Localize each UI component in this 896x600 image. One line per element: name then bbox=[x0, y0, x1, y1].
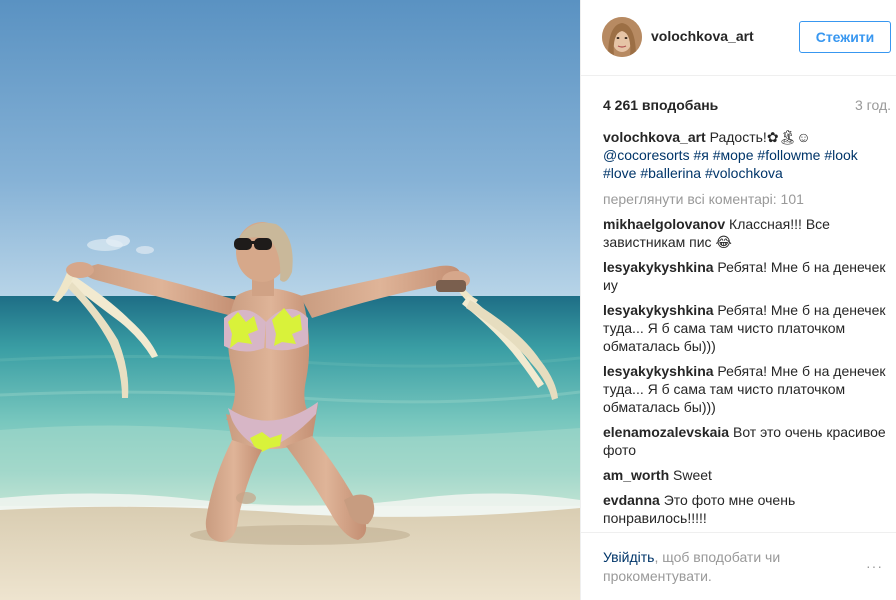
profile-picture-icon bbox=[602, 17, 642, 57]
comment-item: elenamozalevskaia Вот это очень красивое… bbox=[603, 423, 887, 459]
hashtag-link[interactable]: #я bbox=[693, 147, 708, 163]
username-link[interactable]: volochkova_art bbox=[651, 28, 754, 44]
post-stats: 4 261 вподобань 3 год. bbox=[603, 97, 893, 117]
hashtag-link[interactable]: #followme bbox=[757, 147, 820, 163]
comment-item: lesyakykyshkina Ребята! Мне б на денечек… bbox=[603, 301, 887, 355]
instagram-post: volochkova_art Стежити 4 261 вподобань 3… bbox=[0, 0, 896, 600]
comment-item: evdanna Это фото мне очень понравилось!!… bbox=[603, 491, 887, 527]
comment-author[interactable]: am_worth bbox=[603, 467, 669, 483]
post-sidebar: volochkova_art Стежити 4 261 вподобань 3… bbox=[580, 0, 896, 600]
caption-text: Радость!✿🏝☺ bbox=[705, 129, 811, 145]
login-prompt: Увійдіть, щоб вподобати чи прокоментуват… bbox=[603, 548, 833, 586]
likes-count[interactable]: 4 261 вподобань bbox=[603, 97, 718, 113]
login-link[interactable]: Увійдіть bbox=[603, 549, 654, 565]
caption-author[interactable]: volochkova_art bbox=[603, 129, 706, 145]
hashtag-link[interactable]: #volochkova bbox=[705, 165, 783, 181]
post-caption: volochkova_art Радость!✿🏝☺ @cocoresorts … bbox=[603, 128, 887, 182]
hashtag-link[interactable]: #love bbox=[603, 165, 636, 181]
post-footer: Увійдіть, щоб вподобати чи прокоментуват… bbox=[581, 532, 896, 600]
comment-author[interactable]: mikhaelgolovanov bbox=[603, 216, 725, 232]
hashtag-link[interactable]: @cocoresorts bbox=[603, 147, 690, 163]
comment-item: lesyakykyshkina Ребята! Мне б на денечек… bbox=[603, 362, 887, 416]
view-all-comments-link[interactable]: переглянути всі коментарі: 101 bbox=[603, 191, 887, 207]
hashtag-link[interactable]: #море bbox=[713, 147, 754, 163]
comment-author[interactable]: lesyakykyshkina bbox=[603, 363, 714, 379]
comment-item: mikhaelgolovanov Классная!!! Все завистн… bbox=[603, 215, 887, 251]
beach-photo-image bbox=[0, 0, 580, 600]
comments-list: volochkova_art Радость!✿🏝☺ @cocoresorts … bbox=[603, 128, 887, 532]
comment-author[interactable]: elenamozalevskaia bbox=[603, 424, 729, 440]
post-time[interactable]: 3 год. bbox=[855, 97, 891, 113]
comment-item: lesyakykyshkina Ребята! Мне б на денечек… bbox=[603, 258, 887, 294]
hashtag-link[interactable]: #ballerina bbox=[640, 165, 701, 181]
comment-text: Sweet bbox=[673, 467, 712, 483]
follow-button[interactable]: Стежити bbox=[799, 21, 891, 53]
avatar[interactable] bbox=[602, 17, 642, 57]
more-options-icon[interactable]: ··· bbox=[866, 558, 883, 574]
post-header: volochkova_art Стежити bbox=[581, 0, 896, 76]
comment-author[interactable]: lesyakykyshkina bbox=[603, 302, 714, 318]
comment-item: am_worth Sweet bbox=[603, 466, 887, 484]
post-photo[interactable] bbox=[0, 0, 580, 600]
comment-author[interactable]: lesyakykyshkina bbox=[603, 259, 714, 275]
comment-author[interactable]: evdanna bbox=[603, 492, 660, 508]
hashtag-link[interactable]: #look bbox=[824, 147, 857, 163]
